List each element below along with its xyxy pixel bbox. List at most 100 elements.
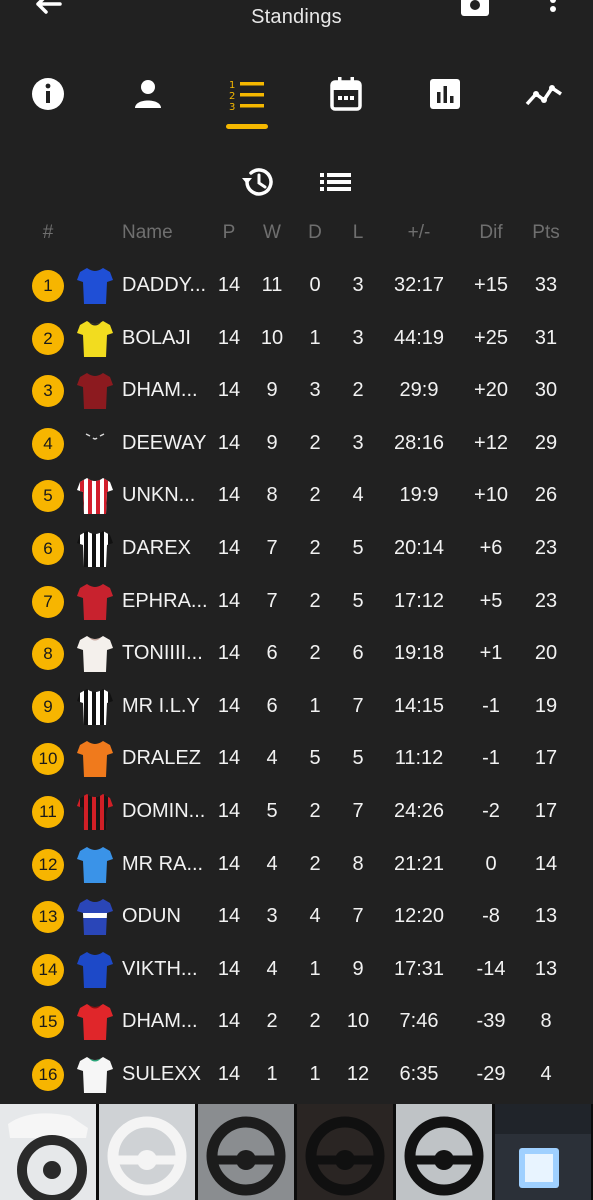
ad-image[interactable] bbox=[495, 1104, 591, 1200]
car-steering-image bbox=[8, 1113, 88, 1200]
played: 14 bbox=[217, 800, 241, 822]
table-row[interactable]: 12 MR RA... 14 4 2 8 21:21 0 14 bbox=[0, 839, 593, 891]
more-options-button[interactable] bbox=[542, 0, 564, 20]
won: 7 bbox=[266, 589, 278, 612]
points: 23 bbox=[534, 589, 558, 612]
tab-info[interactable] bbox=[22, 68, 74, 120]
team-kit-icon bbox=[77, 268, 113, 304]
screenshot-button[interactable] bbox=[458, 0, 492, 20]
points: 13 bbox=[534, 957, 558, 980]
table-row[interactable]: 6 DAREX 14 7 2 5 20:14 +6 23 bbox=[0, 523, 593, 575]
team-kit-icon bbox=[77, 951, 113, 988]
tab-fixtures[interactable] bbox=[320, 68, 372, 120]
points: 29 bbox=[534, 431, 558, 454]
lost: 5 bbox=[352, 747, 364, 770]
played: 14 bbox=[217, 431, 241, 454]
team-name: EPHRA... bbox=[122, 589, 208, 612]
won: 9 bbox=[266, 379, 278, 402]
lost: 5 bbox=[352, 537, 364, 559]
svg-text:2: 2 bbox=[229, 91, 235, 102]
points: 30 bbox=[534, 379, 558, 402]
goal-diff: +1 bbox=[479, 642, 503, 665]
played: 14 bbox=[217, 694, 241, 717]
goals: 21:21 bbox=[393, 852, 445, 875]
goal-diff: +15 bbox=[474, 274, 508, 296]
goals: 19:9 bbox=[399, 484, 439, 507]
col-rank: # bbox=[42, 222, 54, 243]
goal-diff: -1 bbox=[482, 747, 500, 770]
team-kit-icon bbox=[77, 688, 113, 725]
goals: 17:12 bbox=[393, 589, 445, 612]
drawn: 4 bbox=[309, 905, 321, 928]
goals: 24:26 bbox=[393, 800, 445, 822]
points: 19 bbox=[534, 694, 558, 717]
ad-image[interactable] bbox=[99, 1104, 195, 1200]
drawn: 2 bbox=[309, 484, 321, 507]
rank-badge: 3 bbox=[32, 375, 64, 408]
rank-badge: 10 bbox=[32, 743, 64, 776]
team-name: SULEXX bbox=[122, 1063, 201, 1085]
played: 14 bbox=[217, 589, 241, 612]
table-row[interactable]: 9 MR I.L.Y 14 6 1 7 14:15 -1 19 bbox=[0, 681, 593, 733]
tab-trends[interactable] bbox=[518, 68, 570, 120]
tab-players[interactable] bbox=[122, 68, 174, 120]
goal-diff: +12 bbox=[474, 431, 508, 454]
goals: 32:17 bbox=[393, 274, 445, 296]
team-name: MR I.L.Y bbox=[122, 694, 200, 717]
table-header: # Name P W D L +/- Dif Pts bbox=[0, 222, 593, 252]
table-row[interactable]: 8 TONIIII... 14 6 2 6 19:18 +1 20 bbox=[0, 628, 593, 680]
goals: 7:46 bbox=[399, 1010, 439, 1033]
drawn: 2 bbox=[309, 800, 321, 822]
table-row[interactable]: 15 DHAM... 14 2 2 10 7:46 -39 8 bbox=[0, 996, 593, 1048]
table-row[interactable]: 1 DADDY... 14 11 0 3 32:17 +15 33 bbox=[0, 260, 593, 312]
rank-badge: 11 bbox=[32, 796, 64, 828]
lost: 10 bbox=[346, 1010, 370, 1033]
won: 10 bbox=[260, 326, 284, 349]
ad-image[interactable] bbox=[0, 1104, 96, 1200]
table-row[interactable]: 14 VIKTH... 14 4 1 9 17:31 -14 13 bbox=[0, 944, 593, 996]
table-row[interactable]: 13 ODUN 14 3 4 7 12:20 -8 13 bbox=[0, 891, 593, 943]
team-name: DHAM... bbox=[122, 1010, 198, 1033]
team-kit-icon bbox=[77, 899, 113, 936]
table-row[interactable]: 4 DEEWAY 14 9 2 3 28:16 +12 29 bbox=[0, 418, 593, 470]
tab-stats[interactable] bbox=[419, 68, 471, 120]
won: 6 bbox=[266, 642, 278, 665]
team-kit-icon bbox=[77, 373, 113, 410]
steering-wheel-image bbox=[305, 1116, 385, 1196]
goal-diff: -39 bbox=[476, 1010, 506, 1033]
history-icon bbox=[242, 168, 273, 196]
played: 14 bbox=[217, 747, 241, 770]
played: 14 bbox=[217, 905, 241, 928]
rank-badge: 1 bbox=[32, 270, 64, 302]
rank-badge: 2 bbox=[32, 322, 64, 355]
table-row[interactable]: 5 UNKN... 14 8 2 4 19:9 +10 26 bbox=[0, 470, 593, 522]
history-button[interactable] bbox=[238, 162, 278, 202]
table-row[interactable]: 11 DOMIN... 14 5 2 7 24:26 -2 17 bbox=[0, 786, 593, 838]
played: 14 bbox=[217, 379, 241, 402]
tab-standings[interactable]: 1 2 3 bbox=[221, 68, 273, 120]
calendar-icon bbox=[330, 77, 362, 111]
person-icon bbox=[135, 80, 161, 108]
team-name: DRALEZ bbox=[122, 747, 201, 770]
team-kit-icon bbox=[77, 320, 113, 357]
goal-diff: -2 bbox=[482, 800, 500, 822]
table-row[interactable]: 10 DRALEZ 14 4 5 5 11:12 -1 17 bbox=[0, 733, 593, 785]
team-kit-icon bbox=[77, 741, 113, 778]
goals: 28:16 bbox=[393, 431, 445, 454]
table-row[interactable]: 16 SULEXX 14 1 1 12 6:35 -29 4 bbox=[0, 1049, 593, 1101]
goal-diff: +20 bbox=[474, 379, 508, 402]
lost: 7 bbox=[352, 800, 364, 822]
ad-image[interactable] bbox=[396, 1104, 492, 1200]
list-view-button[interactable] bbox=[318, 166, 354, 198]
points: 8 bbox=[540, 1010, 552, 1033]
col-diff: Dif bbox=[479, 222, 503, 243]
ad-image[interactable] bbox=[198, 1104, 294, 1200]
ad-image[interactable] bbox=[297, 1104, 393, 1200]
rank-badge: 14 bbox=[32, 953, 64, 986]
table-row[interactable]: 2 BOLAJI 14 10 1 3 44:19 +25 31 bbox=[0, 313, 593, 365]
col-goals: +/- bbox=[407, 222, 431, 243]
car-interior-image bbox=[495, 1134, 591, 1200]
ad-banner[interactable] bbox=[0, 1104, 593, 1200]
table-row[interactable]: 3 DHAM... 14 9 3 2 29:9 +20 30 bbox=[0, 365, 593, 417]
table-row[interactable]: 7 EPHRA... 14 7 2 5 17:12 +5 23 bbox=[0, 576, 593, 628]
